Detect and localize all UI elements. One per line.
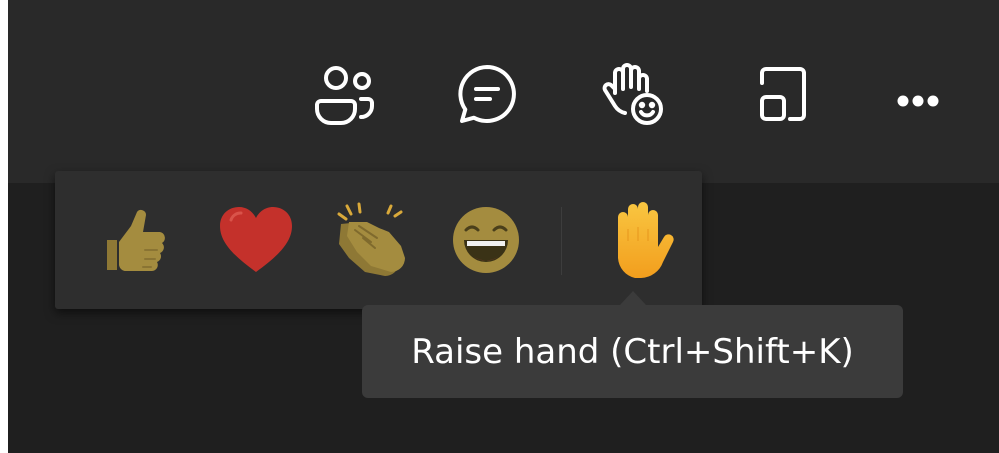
like-reaction-button[interactable] xyxy=(90,195,180,285)
chat-icon xyxy=(452,59,522,129)
tooltip-arrow xyxy=(620,291,646,305)
thumbs-up-icon xyxy=(99,204,171,276)
reactions-divider xyxy=(561,207,562,275)
meeting-toolbar xyxy=(8,0,999,183)
heart-reaction-button[interactable] xyxy=(211,195,301,285)
tooltip-text: Raise hand (Ctrl+Shift+K) xyxy=(411,331,854,372)
people-icon xyxy=(312,59,382,129)
clapping-hands-icon xyxy=(333,202,413,278)
raise-hand-button[interactable] xyxy=(595,195,685,285)
hand-smiley-icon xyxy=(597,59,667,129)
raise-hand-tooltip: Raise hand (Ctrl+Shift+K) xyxy=(362,305,903,398)
laughing-face-icon xyxy=(450,204,522,276)
laugh-reaction-button[interactable] xyxy=(441,195,531,285)
rooms-button[interactable] xyxy=(741,52,825,136)
people-button[interactable] xyxy=(305,52,389,136)
heart-icon xyxy=(217,204,295,276)
reactions-button[interactable] xyxy=(590,52,674,136)
raised-hand-icon xyxy=(604,199,676,281)
meeting-window: Raise hand (Ctrl+Shift+K) xyxy=(8,0,999,453)
chat-button[interactable] xyxy=(445,52,529,136)
ellipsis-icon xyxy=(883,59,953,129)
reactions-bar xyxy=(55,171,702,309)
more-options-button[interactable] xyxy=(876,52,960,136)
applause-reaction-button[interactable] xyxy=(328,195,418,285)
rooms-icon xyxy=(748,59,818,129)
